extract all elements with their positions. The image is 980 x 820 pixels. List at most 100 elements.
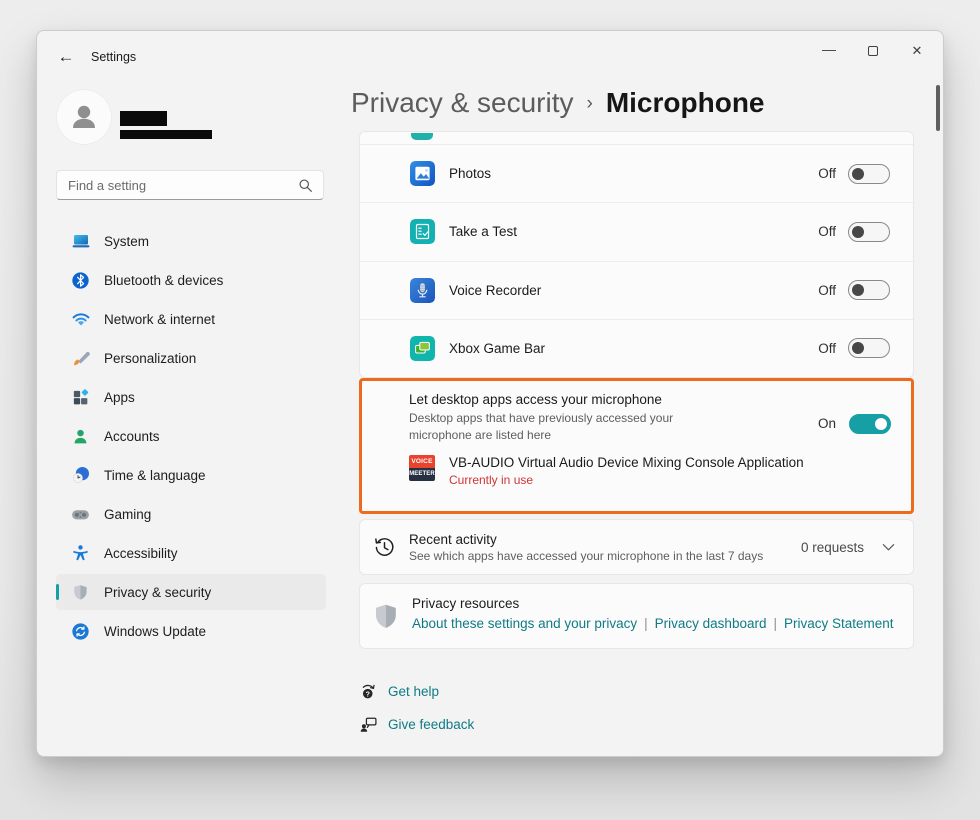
breadcrumb-separator-icon: › — [587, 93, 593, 115]
link-separator: | — [773, 616, 777, 631]
in-use-status: Currently in use — [449, 473, 804, 487]
toggle-knob — [875, 418, 887, 430]
desktop-apps-description: Desktop apps that have previously access… — [409, 410, 709, 444]
voice-recorder-toggle[interactable] — [848, 280, 890, 300]
sidebar-item-label: Privacy & security — [104, 585, 211, 600]
avatar[interactable] — [56, 89, 112, 145]
search-input[interactable]: Find a setting — [56, 170, 324, 200]
sidebar-item-network-internet[interactable]: Network & internet — [56, 301, 326, 337]
sidebar-item-time-language[interactable]: Time & language — [56, 457, 326, 493]
bluetooth-icon — [70, 270, 91, 291]
used-app-name: VB-AUDIO Virtual Audio Device Mixing Con… — [449, 455, 804, 470]
scrollbar-thumb[interactable] — [936, 85, 940, 131]
app-row-voice-recorder: Voice Recorder Off — [360, 262, 913, 320]
sidebar-item-apps[interactable]: Apps — [56, 379, 326, 415]
window-controls: — ✕ — [807, 35, 939, 67]
person-icon — [67, 100, 101, 134]
link-separator: | — [644, 616, 648, 631]
redacted-user-name — [120, 111, 167, 126]
maximize-button[interactable] — [851, 35, 895, 67]
breadcrumb: Privacy & security › Microphone — [351, 87, 765, 119]
page-title: Microphone — [606, 87, 765, 119]
sidebar-item-accessibility[interactable]: Accessibility — [56, 535, 326, 571]
recent-activity-title: Recent activity — [409, 532, 763, 547]
toggle-knob — [852, 168, 864, 180]
voicemeeter-icon-bottom: MEETER — [409, 468, 435, 481]
shield-icon — [372, 602, 400, 632]
app-name: Voice Recorder — [449, 283, 541, 298]
network-icon — [70, 309, 91, 330]
close-icon: ✕ — [912, 43, 923, 59]
app-permission-list: Photos Off Take a Test Off — [359, 131, 914, 378]
voicemeeter-icon-top: VOICE — [409, 455, 435, 468]
recent-activity-row[interactable]: Recent activity See which apps have acce… — [359, 519, 914, 575]
desktop-apps-toggle[interactable] — [849, 414, 891, 434]
clipped-list-row — [360, 132, 913, 145]
app-name: Photos — [449, 166, 491, 181]
sidebar-item-personalization[interactable]: Personalization — [56, 340, 326, 376]
minimize-button[interactable]: — — [807, 35, 851, 67]
toggle-state-label: Off — [818, 341, 836, 356]
get-help-icon: ? — [357, 682, 379, 701]
breadcrumb-parent[interactable]: Privacy & security — [351, 87, 574, 119]
sidebar-item-label: System — [104, 234, 149, 249]
search-icon — [298, 178, 313, 193]
requests-count: 0 requests — [801, 540, 864, 555]
maximize-icon — [868, 46, 878, 56]
give-feedback-icon — [357, 715, 379, 734]
give-feedback-link[interactable]: Give feedback — [388, 717, 474, 732]
redacted-user-email — [120, 130, 212, 139]
photos-icon — [410, 161, 435, 186]
time-language-icon — [70, 465, 91, 486]
history-icon — [372, 535, 397, 560]
search-placeholder: Find a setting — [68, 178, 298, 193]
link-privacy-statement[interactable]: Privacy Statement — [784, 616, 894, 631]
app-row-photos: Photos Off — [360, 145, 913, 203]
close-button[interactable]: ✕ — [895, 35, 939, 67]
sidebar-item-system[interactable]: System — [56, 223, 326, 259]
get-help-link[interactable]: Get help — [388, 684, 439, 699]
privacy-resources-card: Privacy resources About these settings a… — [359, 583, 914, 649]
toggle-state-label: On — [818, 416, 836, 431]
voicemeeter-icon: VOICE MEETER — [409, 455, 435, 481]
used-app-entry: VOICE MEETER VB-AUDIO Virtual Audio Devi… — [362, 444, 911, 487]
back-arrow-icon: ← — [58, 47, 75, 67]
app-row-xbox-game-bar: Xbox Game Bar Off — [360, 320, 913, 377]
accounts-icon — [70, 426, 91, 447]
back-button[interactable]: ← — [51, 43, 81, 71]
sidebar-item-bluetooth-devices[interactable]: Bluetooth & devices — [56, 262, 326, 298]
photos-toggle[interactable] — [848, 164, 890, 184]
sidebar-item-gaming[interactable]: Gaming — [56, 496, 326, 532]
toggle-knob — [852, 342, 864, 354]
get-help-row: ? Get help — [357, 679, 439, 703]
take-a-test-toggle[interactable] — [848, 222, 890, 242]
sidebar-item-label: Time & language — [104, 468, 206, 483]
settings-window: ← Settings — ✕ Find a setting System — [36, 30, 944, 757]
recent-activity-description: See which apps have accessed your microp… — [409, 549, 763, 563]
xbox-game-bar-icon — [410, 336, 435, 361]
sidebar-item-privacy-security[interactable]: Privacy & security — [56, 574, 326, 610]
sidebar-item-label: Accounts — [104, 429, 160, 444]
privacy-resources-links: About these settings and your privacy | Pr… — [412, 616, 894, 631]
windows-update-icon — [70, 621, 91, 642]
chevron-down-icon[interactable] — [882, 543, 895, 552]
toggle-state-label: Off — [818, 224, 836, 239]
sidebar-item-label: Bluetooth & devices — [104, 273, 223, 288]
xbox-game-bar-toggle[interactable] — [848, 338, 890, 358]
link-about-settings[interactable]: About these settings and your privacy — [412, 616, 637, 631]
sidebar-item-label: Windows Update — [104, 624, 206, 639]
sidebar-item-windows-update[interactable]: Windows Update — [56, 613, 326, 649]
apps-icon — [70, 387, 91, 408]
sidebar-item-accounts[interactable]: Accounts — [56, 418, 326, 454]
personalization-icon — [70, 348, 91, 369]
app-name: Xbox Game Bar — [449, 341, 545, 356]
desktop-apps-title: Let desktop apps access your microphone — [409, 392, 709, 407]
take-a-test-icon — [410, 219, 435, 244]
privacy-resources-title: Privacy resources — [412, 596, 894, 611]
privacy-shield-icon — [70, 582, 91, 603]
app-row-take-a-test: Take a Test Off — [360, 203, 913, 261]
sidebar-item-label: Network & internet — [104, 312, 215, 327]
toggle-knob — [852, 226, 864, 238]
link-privacy-dashboard[interactable]: Privacy dashboard — [655, 616, 767, 631]
voice-recorder-icon — [410, 278, 435, 303]
